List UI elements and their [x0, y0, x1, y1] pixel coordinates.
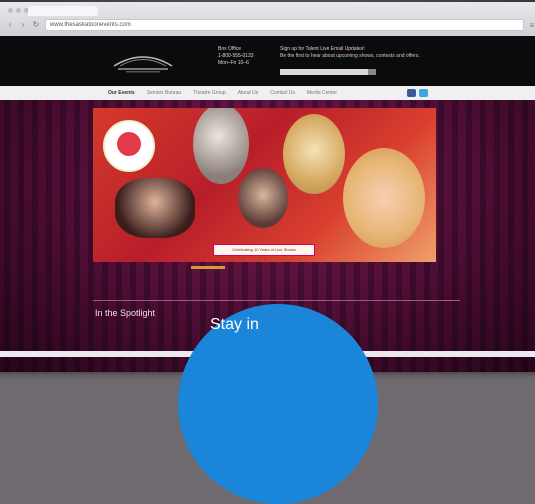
hero-banner[interactable]: Celebrating 10 Years of Live Shows — [93, 108, 436, 262]
performer-photo — [343, 148, 425, 248]
cta-text[interactable]: Stay in — [210, 316, 259, 334]
newsletter-promo: Sign up for Talent Live Email Updates! B… — [280, 46, 440, 60]
email-signup-input[interactable] — [280, 69, 368, 75]
nav-item-contact[interactable]: Contact Us — [270, 90, 295, 96]
main-nav: Our Events Seniors Bureau Theatre Group … — [0, 86, 535, 100]
social-links — [407, 89, 428, 97]
back-icon[interactable]: ‹ — [6, 20, 14, 30]
section-divider — [93, 300, 460, 301]
box-office-phone: 1-800-555-0133 — [218, 53, 254, 59]
reload-icon[interactable]: ↻ — [32, 20, 40, 30]
nav-item-events[interactable]: Our Events — [108, 90, 135, 96]
minimize-dot[interactable] — [16, 8, 21, 13]
box-office-title: Box Office — [218, 46, 241, 52]
browser-tab[interactable] — [28, 6, 98, 16]
promo-text: Be the first to hear about upcoming show… — [280, 53, 420, 59]
close-dot[interactable] — [8, 8, 13, 13]
nav-item-theatre[interactable]: Theatre Group — [193, 90, 226, 96]
performer-photo — [115, 178, 195, 238]
performer-photo — [193, 108, 249, 184]
site-logo[interactable] — [108, 48, 178, 74]
site-header: Box Office 1-800-555-0133 Mon–Fri 10–6 S… — [0, 36, 535, 86]
signup-submit-button[interactable] — [368, 69, 376, 75]
performer-photo — [283, 114, 345, 194]
forward-icon[interactable]: › — [19, 20, 27, 30]
window-controls[interactable] — [8, 8, 29, 13]
facebook-icon[interactable] — [407, 89, 416, 97]
twitter-icon[interactable] — [419, 89, 428, 97]
nav-item-media[interactable]: Media Center — [307, 90, 337, 96]
promo-title: Sign up for Talent Live Email Updates! — [280, 46, 365, 52]
nav-item-about[interactable]: About Us — [238, 90, 259, 96]
box-office-hours: Mon–Fri 10–6 — [218, 60, 249, 66]
spotlight-heading: In the Spotlight — [95, 308, 156, 318]
slider-indicator[interactable] — [191, 266, 225, 269]
menu-icon[interactable]: ≡ — [529, 21, 534, 30]
hero-caption[interactable]: Celebrating 10 Years of Live Shows — [213, 244, 315, 256]
cta-circle[interactable] — [178, 304, 378, 504]
box-office-info: Box Office 1-800-555-0133 Mon–Fri 10–6 — [218, 46, 254, 67]
url-bar: ‹ › ↻ www.thesaskatoonevents.com ≡ — [6, 19, 534, 31]
address-field[interactable]: www.thesaskatoonevents.com — [45, 19, 525, 31]
browser-chrome: ‹ › ↻ www.thesaskatoonevents.com ≡ — [0, 2, 535, 36]
performer-photo — [238, 168, 288, 228]
anniversary-badge — [103, 120, 155, 172]
nav-item-seniors[interactable]: Seniors Bureau — [147, 90, 181, 96]
